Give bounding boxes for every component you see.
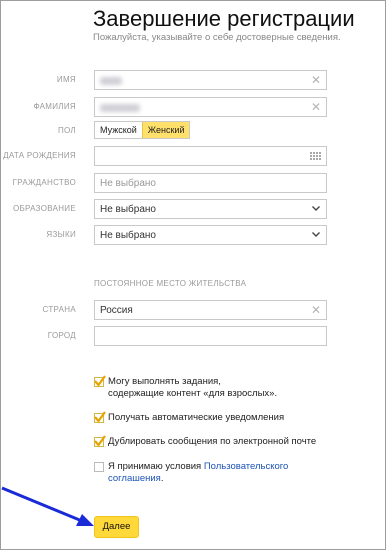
arrow-annotation-icon [1,486,94,526]
